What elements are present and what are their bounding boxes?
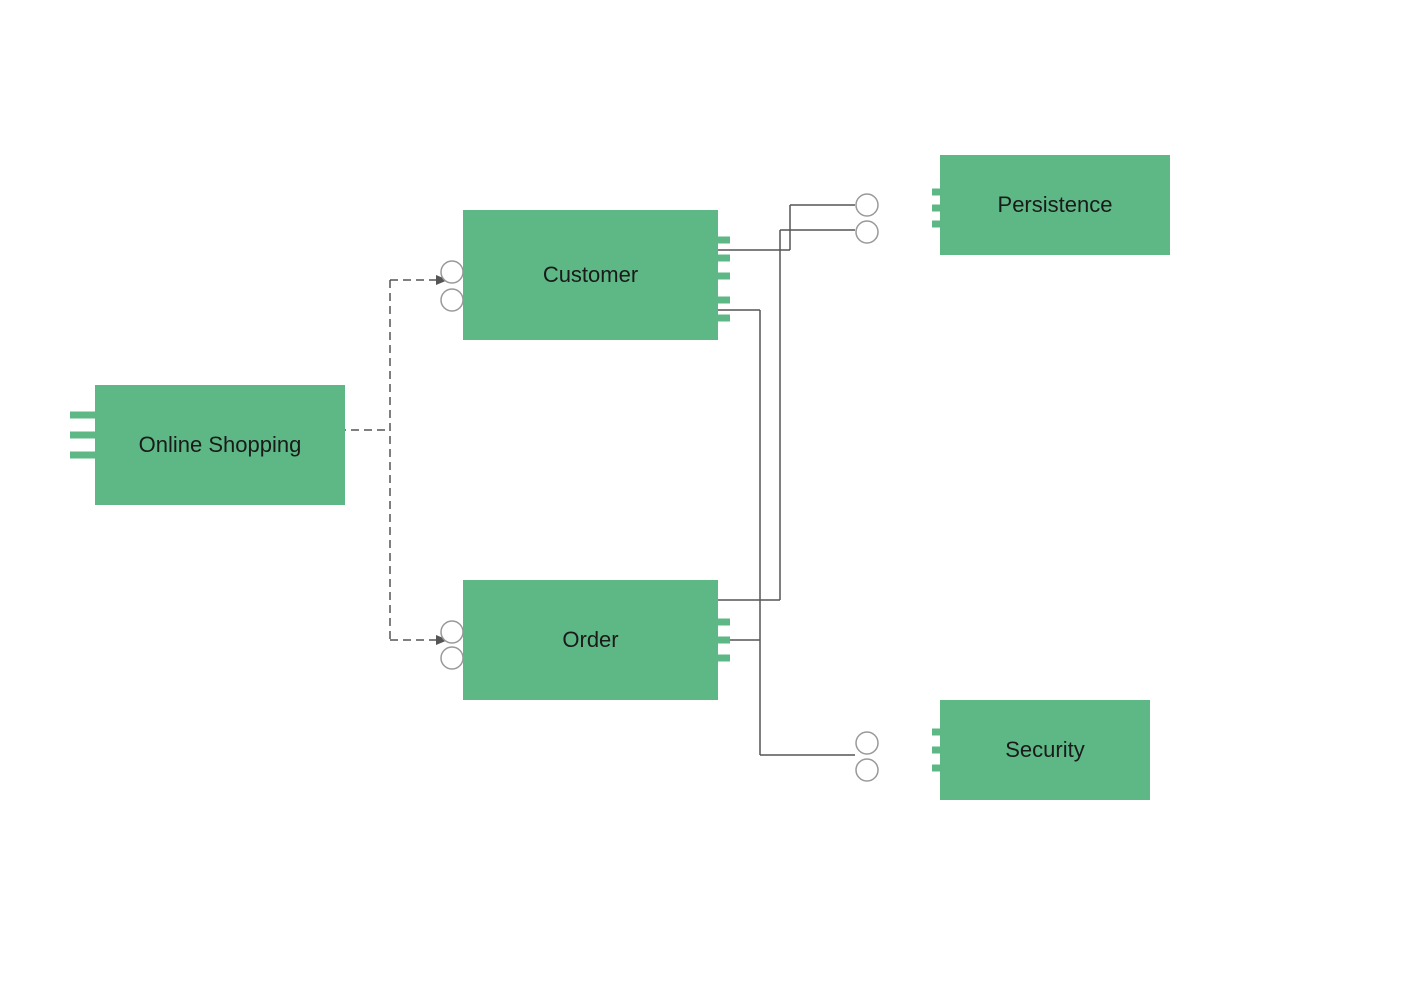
security-label: Security [985, 727, 1104, 773]
security-component[interactable]: Security [940, 700, 1150, 800]
customer-component[interactable]: Customer [463, 210, 718, 340]
order-component[interactable]: Order [463, 580, 718, 700]
persistence-component[interactable]: Persistence [940, 155, 1170, 255]
persistence-label: Persistence [978, 182, 1133, 228]
online-shopping-component[interactable]: Online Shopping [95, 385, 345, 505]
order-label: Order [542, 617, 638, 663]
customer-label: Customer [523, 252, 658, 298]
diagram-canvas: Online Shopping Customer Order Persisten… [0, 0, 1406, 990]
online-shopping-label: Online Shopping [119, 422, 322, 468]
